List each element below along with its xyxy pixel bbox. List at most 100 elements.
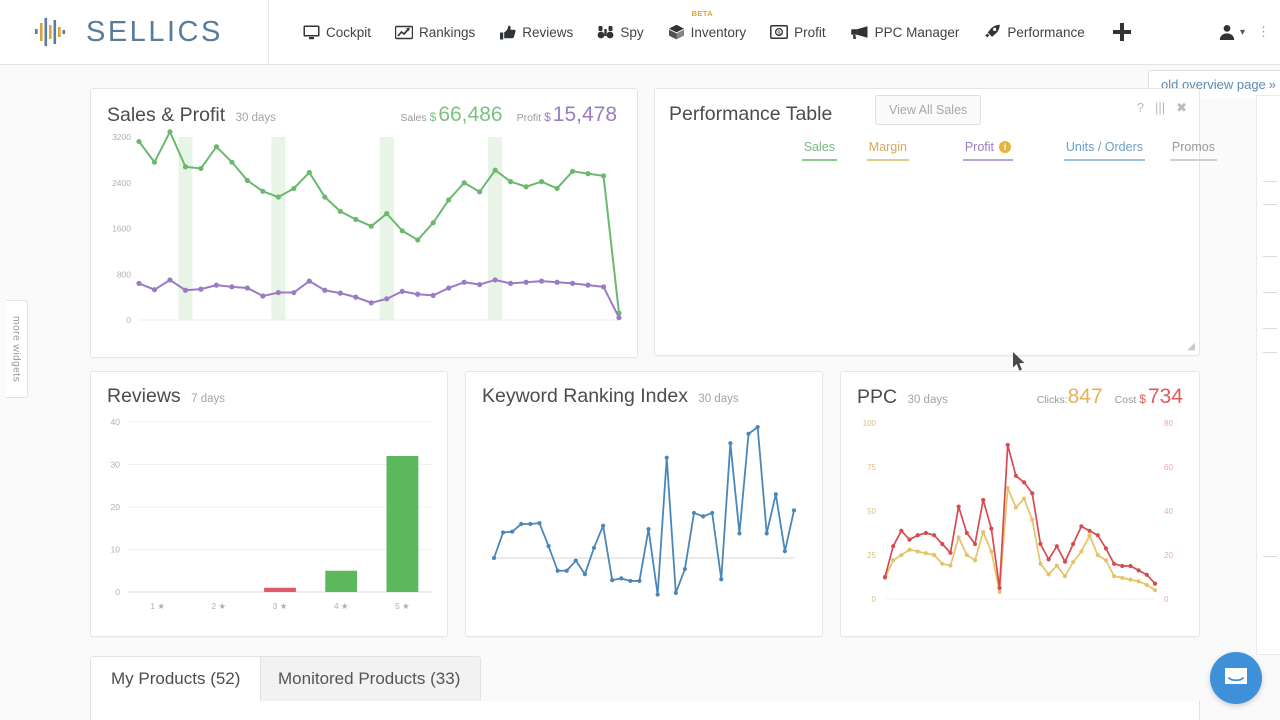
keyword-period: 30 days: [698, 393, 738, 405]
offscreen-right-panel: [1256, 95, 1280, 655]
svg-text:$: $: [777, 30, 781, 37]
tab-my-products[interactable]: My Products (52): [90, 656, 261, 702]
nav-label-cockpit: Cockpit: [326, 25, 371, 40]
col-promos[interactable]: Promos: [1145, 140, 1217, 167]
view-all-sales-button[interactable]: View All Sales: [875, 95, 981, 125]
plus-icon: [1111, 21, 1133, 43]
svg-text:30: 30: [111, 460, 121, 470]
ppc-header: PPC 30 days Clicks:847 Cost$734: [841, 372, 1199, 409]
svg-text:25: 25: [867, 551, 876, 560]
col-margin[interactable]: Margin: [837, 140, 909, 167]
profit-kpi: Profit$15,478: [517, 103, 617, 127]
ppc-title: PPC: [857, 386, 897, 409]
brand[interactable]: SELLICS: [0, 15, 268, 49]
help-icon[interactable]: ?: [1137, 101, 1144, 114]
performance-table-title: Performance Table: [669, 103, 832, 126]
nav-item-reviews[interactable]: Reviews: [487, 0, 585, 64]
nav-label-ppc-manager: PPC Manager: [875, 25, 960, 40]
nav-item-cockpit[interactable]: Cockpit: [291, 0, 383, 64]
nav-label-performance: Performance: [1007, 25, 1084, 40]
reviews-chart: 0102030401 ★2 ★3 ★4 ★5 ★: [91, 408, 447, 626]
intercom-chat-button[interactable]: [1210, 652, 1262, 704]
col-margin-label: Margin: [867, 140, 909, 161]
brand-name: SELLICS: [86, 16, 223, 49]
cost-kpi-currency: $: [1139, 392, 1146, 406]
banknote-icon: $: [770, 25, 788, 39]
nav-label-spy: Spy: [620, 25, 643, 40]
close-icon[interactable]: ✖: [1176, 101, 1187, 114]
svg-text:20: 20: [111, 502, 121, 512]
keyword-ranking-chart: [466, 408, 822, 626]
svg-text:75: 75: [867, 463, 876, 472]
profit-kpi-currency: $: [544, 110, 551, 124]
box-icon: [668, 24, 685, 40]
nav-item-spy[interactable]: Spy: [585, 0, 655, 64]
sellics-bars-logo: [34, 15, 74, 49]
reviews-header: Reviews 7 days: [91, 372, 447, 408]
performance-table: Sales Margin Profiti Units / Orders Prom…: [655, 140, 1217, 167]
col-sales[interactable]: Sales: [741, 140, 837, 167]
info-icon[interactable]: i: [999, 141, 1011, 153]
cost-kpi-label: Cost: [1115, 394, 1137, 406]
nav-item-performance[interactable]: Performance: [971, 0, 1096, 64]
reviews-title-group: Reviews 7 days: [107, 385, 225, 408]
col-profit[interactable]: Profiti: [909, 140, 1013, 167]
sellics-cockpit-page: SELLICS Cockpit Rankings Reviews: [0, 0, 1280, 720]
svg-text:60: 60: [1164, 463, 1173, 472]
sales-kpi-value: 66,486: [438, 103, 502, 126]
col-units-orders-label: Units / Orders: [1064, 140, 1145, 161]
sales-profit-title: Sales & Profit: [107, 104, 225, 127]
performance-table-header-row: Sales Margin Profiti Units / Orders Prom…: [655, 140, 1217, 167]
double-chevron-right-icon: »: [1269, 77, 1276, 92]
clicks-kpi-value: 847: [1068, 385, 1103, 408]
widget-sales-and-profit: Sales & Profit 30 days Sales $66,486 Prof…: [90, 88, 638, 358]
nav-label-profit: Profit: [794, 25, 826, 40]
svg-text:0: 0: [126, 315, 131, 325]
performance-table-head: Sales Margin Profiti Units / Orders Prom…: [655, 140, 1217, 167]
sales-profit-chart: 0800160024003200: [91, 127, 639, 342]
svg-text:800: 800: [117, 269, 131, 279]
clicks-kpi: Clicks:847: [1037, 385, 1103, 409]
svg-text:0: 0: [115, 587, 120, 597]
col-period: [655, 140, 741, 167]
reviews-title: Reviews: [107, 385, 181, 408]
ppc-kpis: Clicks:847 Cost$734: [1037, 385, 1183, 409]
svg-text:40: 40: [111, 417, 121, 427]
nav-item-rankings[interactable]: Rankings: [383, 0, 487, 64]
clicks-kpi-label: Clicks:: [1037, 394, 1068, 406]
add-widget-button[interactable]: [1097, 21, 1147, 43]
product-tabs: My Products (52) Monitored Products (33): [90, 656, 1200, 720]
chevron-down-icon[interactable]: ▾: [1240, 27, 1245, 38]
nav-item-ppc-manager[interactable]: PPC Manager: [838, 0, 972, 64]
svg-text:1600: 1600: [112, 224, 131, 234]
tab-monitored-products[interactable]: Monitored Products (33): [257, 656, 481, 702]
binoculars-icon: [597, 25, 614, 40]
widget-reviews: Reviews 7 days 0102030401 ★2 ★3 ★4 ★5 ★: [90, 371, 448, 637]
profit-kpi-label: Profit: [517, 112, 542, 124]
svg-text:10: 10: [111, 545, 121, 555]
user-icon[interactable]: [1218, 23, 1236, 41]
sales-profit-period: 30 days: [236, 112, 276, 124]
megaphone-icon: [850, 25, 869, 40]
keyword-title: Keyword Ranking Index: [482, 385, 688, 408]
svg-text:100: 100: [863, 419, 877, 428]
sales-kpi-label: Sales: [400, 112, 426, 124]
columns-icon[interactable]: |||: [1155, 101, 1165, 114]
cost-kpi: Cost$734: [1115, 385, 1183, 409]
nav-item-profit[interactable]: $ Profit: [758, 0, 838, 64]
col-units-orders[interactable]: Units / Orders: [1013, 140, 1145, 167]
ppc-period: 30 days: [908, 394, 948, 406]
more-widgets-tab[interactable]: more widgets: [6, 300, 28, 398]
col-promos-label: Promos: [1170, 140, 1217, 161]
reviews-period: 7 days: [191, 393, 225, 405]
performance-table-controls: ? ||| ✖: [1137, 101, 1187, 114]
more-widgets-label: more widgets: [11, 316, 23, 382]
performance-table-header: Performance Table View All Sales ? ||| ✖: [655, 89, 1199, 126]
sales-profit-title-group: Sales & Profit 30 days: [107, 104, 276, 127]
svg-text:0: 0: [872, 595, 877, 604]
nav-item-inventory[interactable]: BETA Inventory: [656, 0, 759, 64]
nav-label-rankings: Rankings: [419, 25, 475, 40]
resize-handle-icon[interactable]: ◢: [1187, 341, 1195, 352]
nav-item-list: Cockpit Rankings Reviews Spy: [269, 0, 1218, 64]
nav-overflow-icon[interactable]: ⋮: [1249, 24, 1270, 40]
